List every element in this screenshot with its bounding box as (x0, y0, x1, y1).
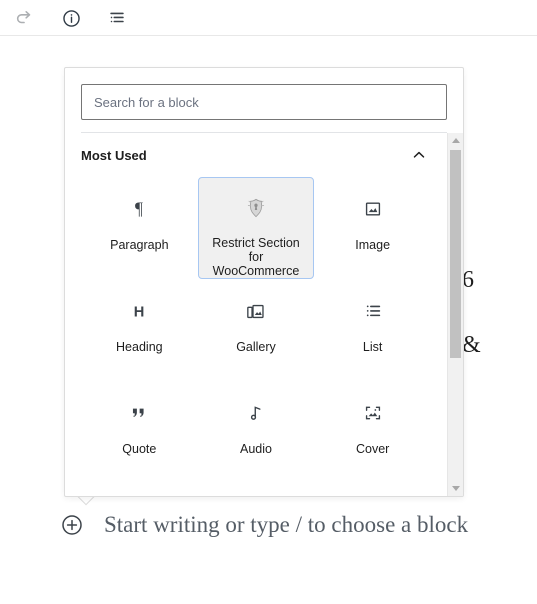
image-icon (362, 196, 384, 222)
block-item-label: List (362, 340, 383, 354)
block-item-label: Cover (355, 442, 390, 456)
svg-text:¶: ¶ (135, 199, 143, 219)
svg-text:H: H (134, 305, 145, 321)
block-item-label: Heading (116, 340, 163, 354)
block-item-label: Restrict Section for WooCommerce (212, 236, 300, 278)
info-icon (61, 8, 82, 29)
empty-paragraph-row: Start writing or type / to choose a bloc… (60, 502, 530, 548)
block-item-label: Paragraph (110, 238, 169, 252)
inserter-scrollbar[interactable] (447, 133, 463, 496)
block-item-gallery[interactable]: Gallery (198, 279, 315, 381)
block-item-image[interactable]: Image (314, 177, 431, 279)
block-item-audio[interactable]: Audio (198, 381, 315, 483)
block-item-paragraph[interactable]: ¶ Paragraph (81, 177, 198, 279)
redo-icon (14, 7, 36, 29)
scroll-up-arrow[interactable] (448, 133, 463, 148)
panel-header-most-used[interactable]: Most Used (81, 133, 431, 177)
block-inserter-popover: Most Used ¶ (64, 67, 464, 497)
block-item-list[interactable]: List (314, 279, 431, 381)
restrict-section-woocommerce-icon (245, 196, 267, 220)
editor-toolbar (0, 0, 537, 36)
popover-tail (75, 496, 95, 507)
block-item-label: Quote (122, 442, 157, 456)
scroll-down-arrow[interactable] (448, 481, 463, 496)
details-info-button[interactable] (54, 1, 88, 35)
search-input[interactable] (81, 84, 447, 120)
gallery-icon (244, 298, 267, 324)
list-view-icon (106, 7, 128, 29)
quote-icon (128, 400, 150, 426)
paragraph-icon: ¶ (128, 196, 150, 222)
block-editor-screen: 6 & Start writing or type / to choose a … (0, 0, 537, 604)
list-view-button[interactable] (100, 1, 134, 35)
add-block-plus-icon[interactable] (60, 513, 84, 537)
inserter-body: Most Used ¶ Paragraph Restrict Section f… (65, 133, 463, 496)
search-container (65, 68, 463, 132)
panel-title: Most Used (81, 147, 147, 163)
block-item-quote[interactable]: Quote (81, 381, 198, 483)
block-item-cover[interactable]: Cover (314, 381, 431, 483)
background-text-fragment: & (462, 332, 481, 358)
block-list-scroll-region: Most Used ¶ Paragraph Restrict Section f… (65, 133, 447, 496)
block-item-restrict-section-for-woocommerce[interactable]: Restrict Section for WooCommerce (197, 177, 315, 279)
chevron-up-icon[interactable] (407, 143, 431, 167)
redo-button[interactable] (8, 1, 42, 35)
scrollbar-thumb[interactable] (450, 150, 461, 358)
list-icon (362, 298, 384, 324)
block-item-heading[interactable]: H Heading (81, 279, 198, 381)
block-type-grid: ¶ Paragraph Restrict Section for WooComm… (81, 177, 431, 483)
paragraph-placeholder-text[interactable]: Start writing or type / to choose a bloc… (104, 512, 468, 538)
heading-icon: H (128, 298, 150, 324)
block-item-label: Audio (240, 442, 272, 456)
cover-icon (362, 400, 384, 426)
block-item-label: Gallery (236, 340, 276, 354)
block-item-label: Image (355, 238, 391, 252)
audio-icon (245, 400, 267, 426)
